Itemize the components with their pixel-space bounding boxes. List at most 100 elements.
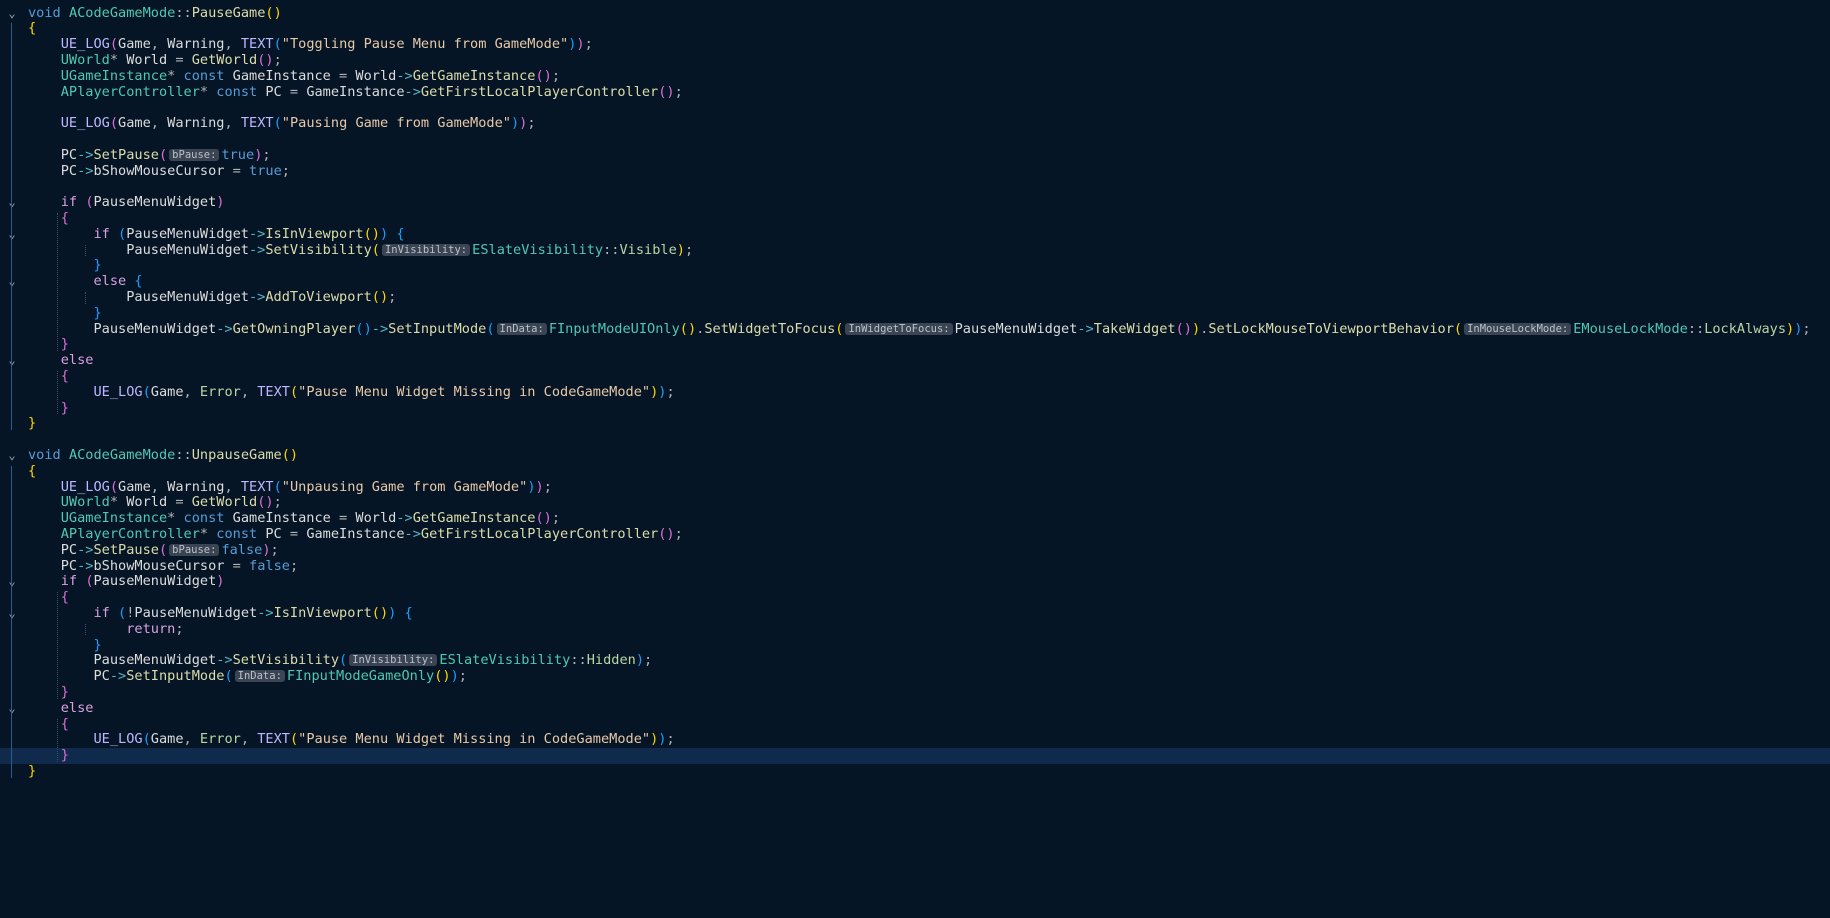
code-line[interactable]: PauseMenuWidget->SetVisibility(InVisibil… [0,652,1830,669]
chevron-down-icon[interactable]: ⌄ [5,701,19,717]
parameter-hint: bPause: [169,543,220,556]
code-token: PC [60,146,78,163]
code-token: PauseMenuWidget [93,194,217,211]
code-text: else [28,700,94,717]
code-line[interactable]: PC->bShowMouseCursor = true; [0,162,1830,180]
code-line[interactable]: PauseMenuWidget->AddToViewport(); [0,289,1830,306]
code-line[interactable]: return; [0,621,1830,638]
code-token: Warning [167,36,225,53]
code-line[interactable]: UGameInstance* const GameInstance = Worl… [0,510,1830,527]
code-token: ; [666,731,675,748]
code-line[interactable]: PC->SetInputMode(InData: FInputModeGameOn… [0,668,1830,685]
code-line[interactable]: UE_LOG(Game, Error, TEXT("Pause Menu Wid… [0,731,1830,748]
code-token: ( [273,115,282,132]
code-text: PC->bShowMouseCursor = false; [28,557,298,575]
code-token: = [330,510,356,527]
code-token: { [396,225,405,242]
code-line[interactable]: ⌄ if (PauseMenuWidget) [0,194,1830,211]
code-line[interactable]: PC->SetPause(bPause: true); [0,146,1830,164]
code-line[interactable]: } [0,336,1830,353]
code-token: ( [109,478,119,495]
code-token: } [93,304,102,321]
code-line[interactable]: { [0,368,1830,385]
code-token: ( [158,146,168,163]
code-line[interactable]: APlayerController* const PC = GameInstan… [0,84,1830,101]
chevron-down-icon[interactable]: ⌄ [5,574,19,590]
chevron-down-icon[interactable]: ⌄ [5,274,19,290]
code-token: TEXT [240,36,274,53]
code-token: ; [674,525,683,542]
code-line[interactable] [0,100,1830,116]
code-editor[interactable]: ⌄ void ACodeGameMode::PauseGame(){ UE_LOG… [0,0,1830,918]
code-line[interactable]: { [0,463,1830,480]
code-token: () [434,668,451,685]
code-line[interactable]: ⌄ if (PauseMenuWidget->IsInViewport()) { [0,225,1830,243]
code-token: bShowMouseCursor [93,162,225,179]
code-line[interactable]: PauseMenuWidget->GetOwningPlayer()->SetI… [0,320,1830,338]
code-token: PauseMenuWidget [134,604,258,621]
code-line[interactable] [0,179,1830,195]
code-token: World [126,51,168,68]
code-line[interactable]: ⌄ if (!PauseMenuWidget->IsInViewport()) … [0,604,1830,622]
code-line[interactable]: } [0,747,1830,764]
code-line[interactable] [0,132,1830,148]
chevron-down-icon[interactable]: ⌄ [5,606,19,622]
code-token: true [249,162,282,179]
code-text: return; [28,621,183,638]
code-token: SetLockMouseToViewportBehavior [1208,320,1454,337]
code-line[interactable]: UWorld* World = GetWorld(); [0,494,1830,511]
code-line[interactable]: } [0,415,1830,432]
code-line[interactable]: UE_LOG(Game, Error, TEXT("Pause Menu Wid… [0,383,1830,401]
code-line[interactable]: UE_LOG(Game, Warning, TEXT("Toggling Pau… [0,36,1830,53]
code-token: -> [248,241,266,258]
chevron-down-icon[interactable]: ⌄ [5,6,19,22]
code-line[interactable]: { [0,20,1830,37]
chevron-down-icon[interactable]: ⌄ [5,353,19,369]
code-line[interactable]: ⌄ else [0,700,1830,717]
code-token: = [224,557,250,574]
parameter-hint: InWidgetToFocus: [845,322,953,335]
code-line[interactable]: { [0,210,1830,227]
code-line[interactable]: ⌄ else [0,352,1830,369]
indent-guide [57,592,58,699]
code-line[interactable]: APlayerController* const PC = GameInstan… [0,525,1830,543]
code-line[interactable]: } [0,304,1830,322]
code-line[interactable]: } [0,637,1830,654]
chevron-down-icon[interactable]: ⌄ [5,448,19,464]
code-token: ACodeGameMode [68,446,176,463]
chevron-down-icon[interactable]: ⌄ [5,227,19,243]
code-line[interactable]: UGameInstance* const GameInstance = Worl… [0,67,1830,85]
chevron-down-icon[interactable]: ⌄ [5,195,19,211]
code-token: SetVisibility [265,241,372,258]
code-token: ( [85,194,94,211]
code-line[interactable]: } [0,257,1830,274]
code-line[interactable]: UE_LOG(Game, Warning, TEXT("Pausing Game… [0,115,1830,132]
code-line[interactable]: } [0,400,1830,417]
code-line[interactable]: } [0,684,1830,701]
code-line[interactable]: ⌄ void ACodeGameMode::UnpauseGame() [0,446,1830,464]
code-token: TEXT [257,383,290,400]
code-token: } [93,257,102,274]
code-line[interactable]: { [0,716,1830,733]
code-line[interactable]: } [0,763,1830,780]
code-line[interactable]: ⌄ if (PauseMenuWidget) [0,573,1830,590]
code-line[interactable]: ⌄ else { [0,273,1830,290]
code-line[interactable]: PC->bShowMouseCursor = false; [0,557,1830,575]
code-token: ; [551,67,561,84]
code-text: if (!PauseMenuWidget->IsInViewport()) { [28,604,412,622]
code-line[interactable]: ⌄ void ACodeGameMode::PauseGame() [0,5,1830,22]
code-text: PauseMenuWidget->AddToViewport(); [28,289,396,306]
code-line[interactable]: { [0,589,1830,606]
code-token: SetPause [93,146,159,163]
code-line[interactable]: PauseMenuWidget->SetVisibility(InVisibil… [0,241,1830,259]
code-line[interactable]: PC->SetPause(bPause: false); [0,542,1830,559]
code-token: () [679,320,697,337]
parameter-hint: InData: [234,670,285,683]
code-line[interactable] [0,432,1830,448]
code-line[interactable]: UE_LOG(Game, Warning, TEXT("Unpausing Ga… [0,478,1830,496]
code-line[interactable]: UWorld* World = GetWorld(); [0,51,1830,69]
code-token: ) [635,652,645,669]
